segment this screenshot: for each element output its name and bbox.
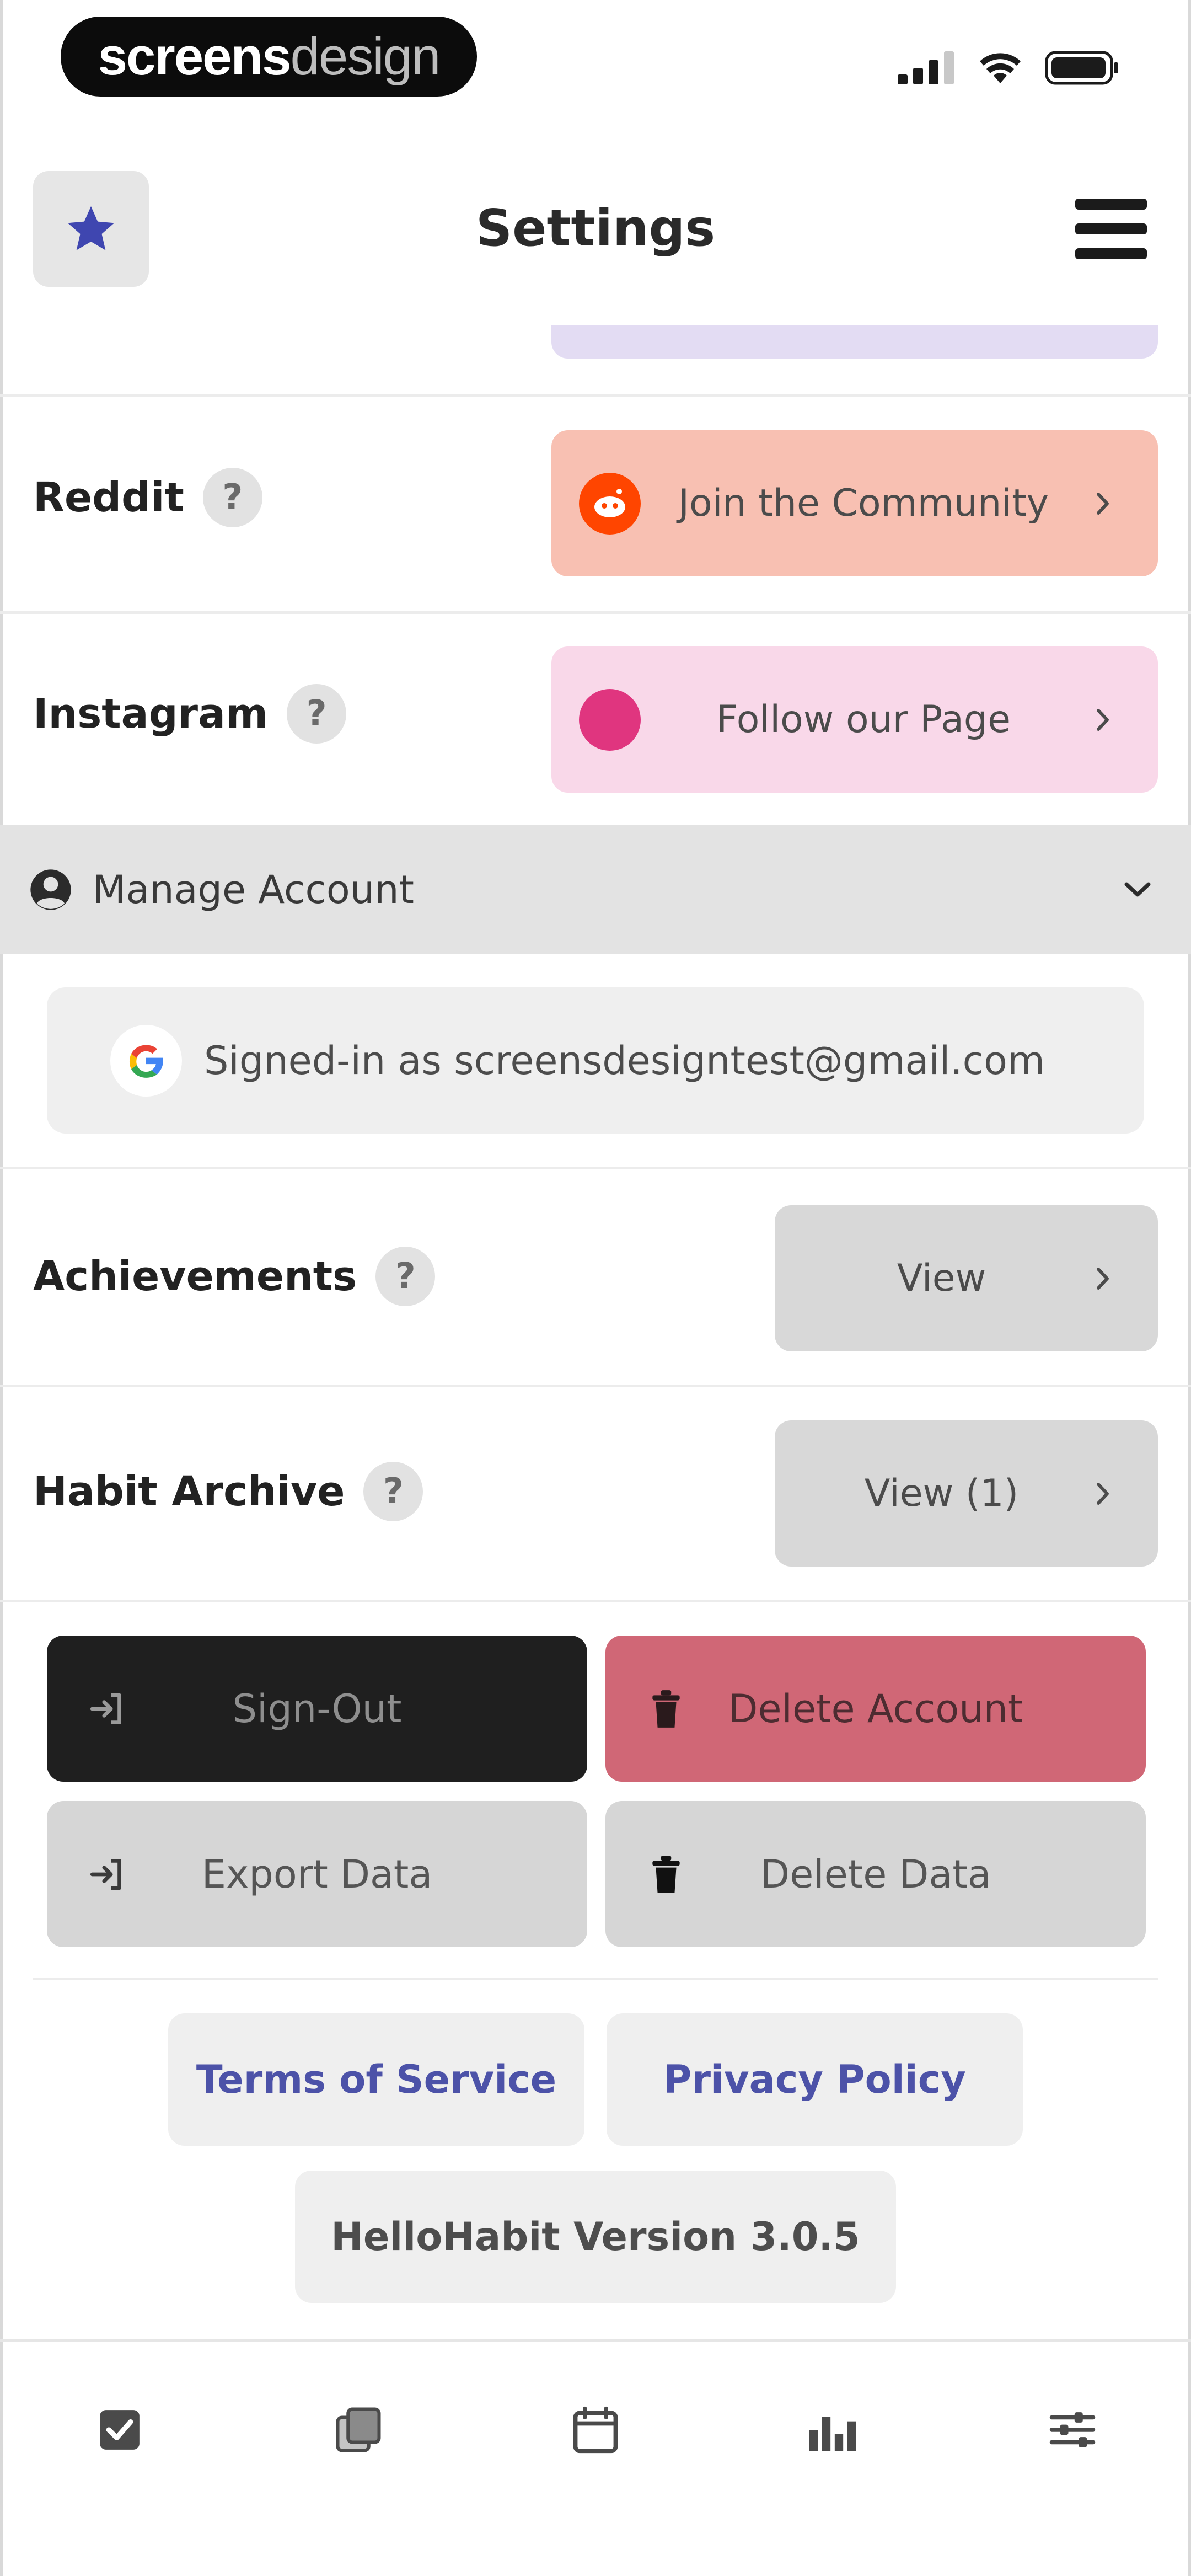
instagram-label: Instagram <box>33 690 269 737</box>
instagram-icon <box>579 688 641 751</box>
help-icon[interactable]: ? <box>287 684 347 744</box>
delete-data-button[interactable]: Delete Data <box>605 1801 1146 1947</box>
notes-icon <box>336 2407 381 2452</box>
battery-icon <box>1045 51 1118 85</box>
brand-logo-light: design <box>290 26 441 86</box>
page-title: Settings <box>475 199 716 258</box>
brand-logo-bold: screens <box>98 26 292 86</box>
bottom-tab-bar <box>0 2339 1191 2576</box>
google-icon <box>110 1024 182 1097</box>
help-icon[interactable]: ? <box>375 1247 436 1306</box>
tab-stats[interactable] <box>800 2397 866 2463</box>
tab-habits[interactable] <box>87 2397 153 2463</box>
trash-icon <box>633 1688 699 1729</box>
reddit-icon <box>579 472 641 535</box>
hamburger-menu-icon-line <box>1075 223 1147 234</box>
chevron-right-icon <box>1086 708 1119 731</box>
divider <box>0 1600 1191 1602</box>
signal-icon <box>898 51 954 84</box>
hamburger-menu-icon <box>1075 199 1147 210</box>
chevron-right-icon <box>1086 1482 1119 1505</box>
chevron-right-icon <box>1086 492 1119 515</box>
hamburger-menu-button[interactable] <box>1075 199 1147 259</box>
follow-page-label: Follow our Page <box>716 698 1011 741</box>
help-icon[interactable]: ? <box>363 1462 423 1521</box>
habit-archive-view-button[interactable]: View (1) <box>775 1420 1158 1567</box>
export-data-button[interactable]: Export Data <box>47 1801 587 1947</box>
reddit-row-label: Reddit ? <box>33 468 262 527</box>
status-bar: screens design <box>0 0 1191 127</box>
achievements-view-label: View <box>897 1257 986 1300</box>
tab-calendar[interactable] <box>562 2397 629 2463</box>
habit-archive-row-label: Habit Archive ? <box>33 1462 423 1521</box>
sign-in-arrow-icon <box>74 1688 141 1729</box>
delete-account-button[interactable]: Delete Account <box>605 1636 1146 1782</box>
stats-icon <box>809 2417 856 2451</box>
divider <box>0 1385 1191 1387</box>
divider <box>0 394 1191 397</box>
wifi-icon <box>980 53 1021 83</box>
trash-icon <box>633 1854 699 1895</box>
export-arrow-icon <box>74 1854 141 1895</box>
tab-settings[interactable] <box>1039 2397 1106 2463</box>
status-icons <box>898 51 1119 85</box>
instagram-row-label: Instagram ? <box>33 684 347 744</box>
sign-out-label: Sign-Out <box>232 1686 402 1731</box>
chevron-right-icon <box>1086 1267 1119 1290</box>
join-community-button[interactable]: Join the Community <box>551 430 1158 576</box>
user-circle-icon <box>30 869 71 910</box>
clipped-button[interactable] <box>551 325 1158 359</box>
hamburger-menu-icon-line <box>1075 248 1147 259</box>
privacy-policy-link[interactable]: Privacy Policy <box>607 2013 1023 2146</box>
sign-out-button[interactable]: Sign-Out <box>47 1636 587 1782</box>
achievements-row-label: Achievements ? <box>33 1247 436 1306</box>
delete-data-label: Delete Data <box>760 1851 991 1897</box>
sliders-icon <box>1049 2412 1096 2447</box>
habit-archive-label: Habit Archive <box>33 1468 345 1515</box>
delete-account-label: Delete Account <box>728 1686 1023 1731</box>
tab-journal[interactable] <box>325 2397 391 2463</box>
divider <box>0 611 1191 614</box>
manage-account-title: Manage Account <box>93 867 414 912</box>
signed-in-email: Signed-in as screensdesigntest@gmail.com <box>204 1038 1045 1083</box>
achievements-view-button[interactable]: View <box>775 1205 1158 1351</box>
signed-in-status: Signed-in as screensdesigntest@gmail.com <box>47 987 1144 1134</box>
divider <box>33 1978 1158 1980</box>
follow-page-button[interactable]: Follow our Page <box>551 646 1158 793</box>
achievements-label: Achievements <box>33 1253 357 1300</box>
app-header: Settings <box>0 160 1191 298</box>
checkbox-icon <box>100 2410 140 2450</box>
export-data-label: Export Data <box>201 1851 433 1897</box>
chevron-down-icon <box>1124 882 1151 896</box>
terms-of-service-link[interactable]: Terms of Service <box>168 2013 584 2146</box>
join-community-label: Join the Community <box>678 482 1049 525</box>
manage-account-section-header[interactable]: Manage Account <box>0 825 1191 954</box>
habit-archive-view-label: View (1) <box>864 1472 1019 1515</box>
reddit-label: Reddit <box>33 474 184 521</box>
app-version-badge: HelloHabit Version 3.0.5 <box>295 2171 896 2303</box>
divider <box>0 1167 1191 1169</box>
help-icon[interactable]: ? <box>202 468 262 527</box>
calendar-icon <box>573 2406 618 2454</box>
brand-logo: screens design <box>61 17 477 97</box>
